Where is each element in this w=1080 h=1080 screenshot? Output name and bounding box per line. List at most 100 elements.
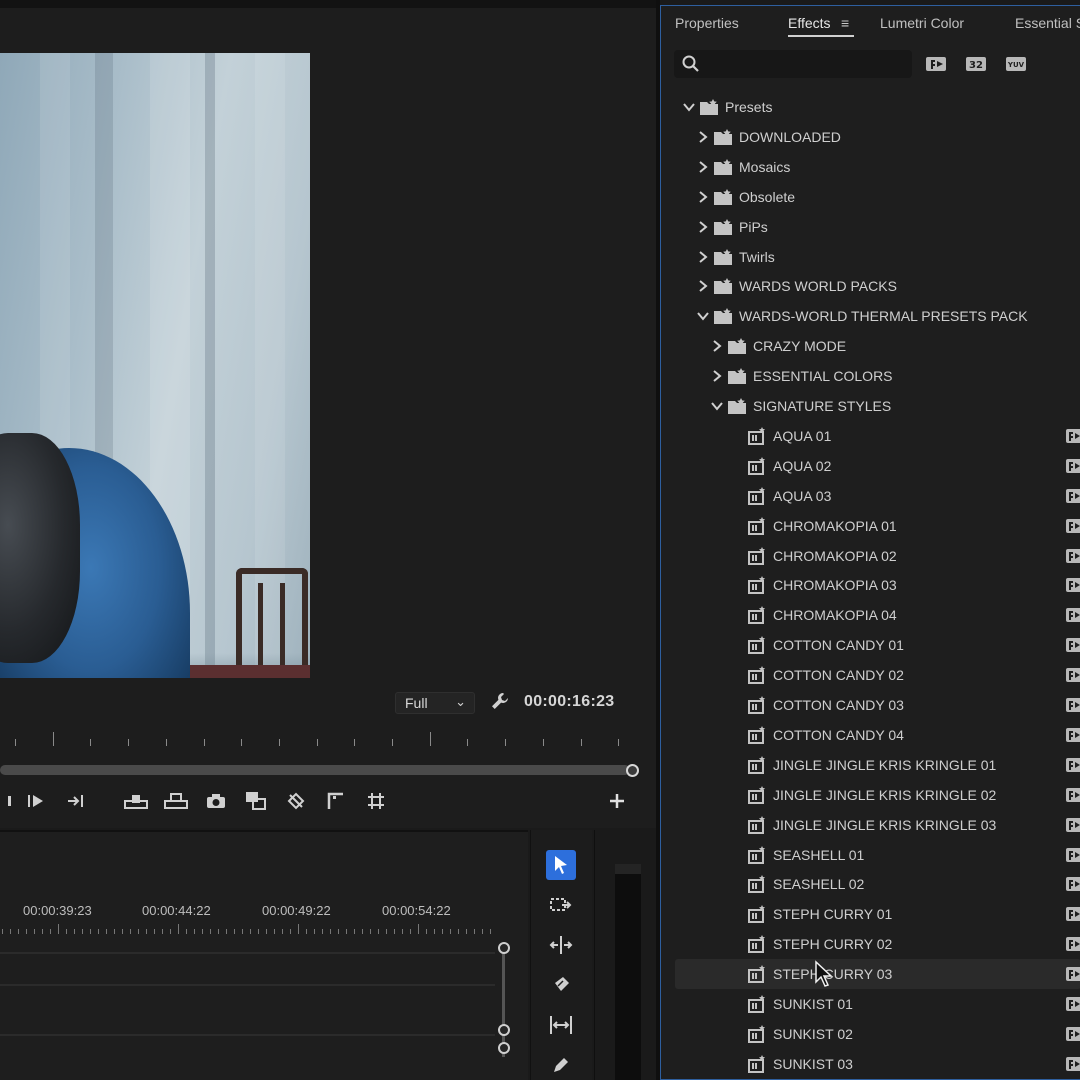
tree-folder-row[interactable]: CRAZY MODE	[675, 331, 1080, 361]
tree-preset-row[interactable]: AQUA 02	[675, 451, 1080, 481]
tree-preset-row[interactable]: CHROMAKOPIA 03	[675, 570, 1080, 600]
tree-preset-row[interactable]: STEPH CURRY 01	[675, 899, 1080, 929]
grid-icon[interactable]	[364, 789, 388, 813]
tree-folder-row[interactable]: Mosaics	[675, 152, 1080, 182]
tree-folder-row[interactable]: WARDS-WORLD THERMAL PRESETS PACK	[675, 301, 1080, 331]
chevron-right-icon[interactable]	[697, 190, 709, 203]
razor-tool-icon[interactable]	[546, 970, 576, 1000]
tree-folder-row[interactable]: Presets	[675, 92, 1080, 122]
timeline-vertical-scrollbar[interactable]	[502, 949, 505, 1057]
tab-lumetri-color[interactable]: Lumetri Color	[880, 15, 964, 31]
chevron-right-icon[interactable]	[697, 250, 709, 263]
tree-preset-row[interactable]: SEASHELL 02	[675, 869, 1080, 899]
track-select-tool-icon[interactable]	[546, 890, 576, 920]
timeline-tick	[402, 929, 403, 934]
timeline-tick	[218, 929, 219, 934]
tree-folder-row[interactable]: DOWNLOADED	[675, 122, 1080, 152]
tree-folder-row[interactable]: Twirls	[675, 242, 1080, 272]
chevron-right-icon[interactable]	[697, 279, 709, 293]
scroll-handle-top[interactable]	[498, 942, 510, 954]
play-button[interactable]	[24, 789, 48, 813]
accelerated-effect-badge-icon	[1065, 817, 1080, 833]
accelerated-effect-badge-icon	[1065, 548, 1080, 564]
tree-preset-row[interactable]: STEPH CURRY 03	[675, 959, 1080, 990]
ripple-edit-tool-icon[interactable]	[546, 930, 576, 960]
safe-margins-icon[interactable]	[324, 789, 348, 813]
lift-icon[interactable]	[124, 789, 148, 813]
tree-preset-row[interactable]: SUNKIST 02	[675, 1019, 1080, 1049]
add-button-icon[interactable]	[605, 789, 629, 813]
selection-tool-icon[interactable]	[546, 850, 576, 880]
tree-preset-row[interactable]: JINGLE JINGLE KRIS KRINGLE 02	[675, 780, 1080, 810]
tree-preset-row[interactable]: COTTON CANDY 03	[675, 690, 1080, 720]
chevron-right-icon[interactable]	[697, 130, 709, 143]
tree-preset-row[interactable]: COTTON CANDY 01	[675, 630, 1080, 660]
chevron-right-icon[interactable]	[697, 220, 709, 233]
32-bit-icon[interactable]: 32	[965, 55, 987, 73]
extract-icon[interactable]	[164, 789, 188, 813]
hamburger-menu-icon[interactable]: ≡	[841, 15, 849, 31]
tree-preset-row[interactable]: JINGLE JINGLE KRIS KRINGLE 01	[675, 750, 1080, 780]
preset-bin-folder-icon	[727, 367, 747, 385]
tree-preset-row[interactable]: SUNKIST 01	[675, 989, 1080, 1019]
tree-preset-row[interactable]: CHROMAKOPIA 02	[675, 541, 1080, 571]
step-back-icon[interactable]	[0, 789, 18, 813]
timeline-ruler[interactable]	[0, 920, 491, 934]
timeline-tick	[474, 929, 475, 934]
tab-effects[interactable]: Effects	[788, 15, 831, 31]
tree-folder-row[interactable]: PiPs	[675, 212, 1080, 242]
scrub-end-handle[interactable]	[626, 764, 639, 777]
tab-properties[interactable]: Properties	[675, 15, 739, 31]
video-frame[interactable]	[0, 53, 310, 678]
chevron-right-icon[interactable]	[697, 160, 709, 173]
tree-preset-row[interactable]: COTTON CANDY 04	[675, 720, 1080, 750]
tree-folder-row[interactable]: SIGNATURE STYLES	[675, 391, 1080, 421]
timeline-tick	[50, 929, 51, 934]
tree-folder-row[interactable]: ESSENTIAL COLORS	[675, 361, 1080, 391]
chevron-right-icon[interactable]	[711, 369, 723, 382]
tree-preset-row[interactable]: SUNKIST 03	[675, 1049, 1080, 1079]
tree-preset-row[interactable]: CHROMAKOPIA 01	[675, 511, 1080, 541]
playhead-timecode[interactable]: 00:00:16:23	[524, 693, 614, 711]
chevron-down-icon[interactable]	[683, 100, 695, 112]
tree-item-label: STEPH CURRY 03	[773, 966, 893, 983]
slip-tool-icon[interactable]	[546, 1010, 576, 1040]
zoom-level-dropdown[interactable]: Full ⌄	[395, 692, 475, 714]
ruler-tick	[90, 739, 92, 746]
comparison-view-icon[interactable]	[244, 789, 268, 813]
ruler-tick	[542, 739, 544, 746]
tree-item-label: COTTON CANDY 02	[773, 667, 904, 684]
tree-preset-row[interactable]: AQUA 03	[675, 481, 1080, 511]
timeline-tick	[250, 929, 251, 934]
timeline-tick	[178, 924, 179, 934]
wrench-settings-icon[interactable]	[489, 690, 513, 714]
timeline-panel[interactable]: 00:00:39:23 00:00:44:22 00:00:49:22 00:00:5…	[0, 830, 528, 1080]
chevron-down-icon[interactable]	[711, 399, 723, 411]
tree-folder-row[interactable]: Obsolete	[675, 182, 1080, 212]
chevron-right-icon[interactable]	[711, 339, 723, 352]
program-monitor: Full ⌄ 00:00:16:23	[0, 0, 657, 828]
tree-folder-row[interactable]: WARDS WORLD PACKS	[675, 271, 1080, 301]
effects-search-box[interactable]	[674, 50, 912, 78]
tree-preset-row[interactable]: COTTON CANDY 02	[675, 660, 1080, 690]
scroll-handle-bottom[interactable]	[498, 1042, 510, 1054]
search-input[interactable]	[706, 53, 906, 75]
tree-preset-row[interactable]: SEASHELL 01	[675, 840, 1080, 870]
tree-preset-row[interactable]: JINGLE JINGLE KRIS KRINGLE 03	[675, 810, 1080, 840]
tree-preset-row[interactable]: CHROMAKOPIA 04	[675, 600, 1080, 630]
export-frame-camera-icon[interactable]	[204, 789, 228, 813]
tree-preset-row[interactable]: STEPH CURRY 02	[675, 929, 1080, 959]
monitor-scrub-bar[interactable]	[0, 765, 630, 775]
accelerated-effects-icon[interactable]	[925, 55, 947, 73]
chevron-down-icon[interactable]	[697, 309, 709, 321]
yuv-icon[interactable]: YUV	[1005, 55, 1027, 73]
monitor-time-ruler[interactable]	[0, 728, 657, 748]
step-forward-icon[interactable]	[64, 789, 88, 813]
preset-bin-folder-icon	[713, 218, 733, 236]
preset-icon	[747, 725, 767, 744]
scroll-handle-mid[interactable]	[498, 1024, 510, 1036]
tab-essential-sound[interactable]: Essential S	[1015, 15, 1080, 31]
proxy-toggle-icon[interactable]	[284, 789, 308, 813]
pen-tool-icon[interactable]	[546, 1050, 576, 1080]
tree-preset-row[interactable]: AQUA 01	[675, 421, 1080, 451]
